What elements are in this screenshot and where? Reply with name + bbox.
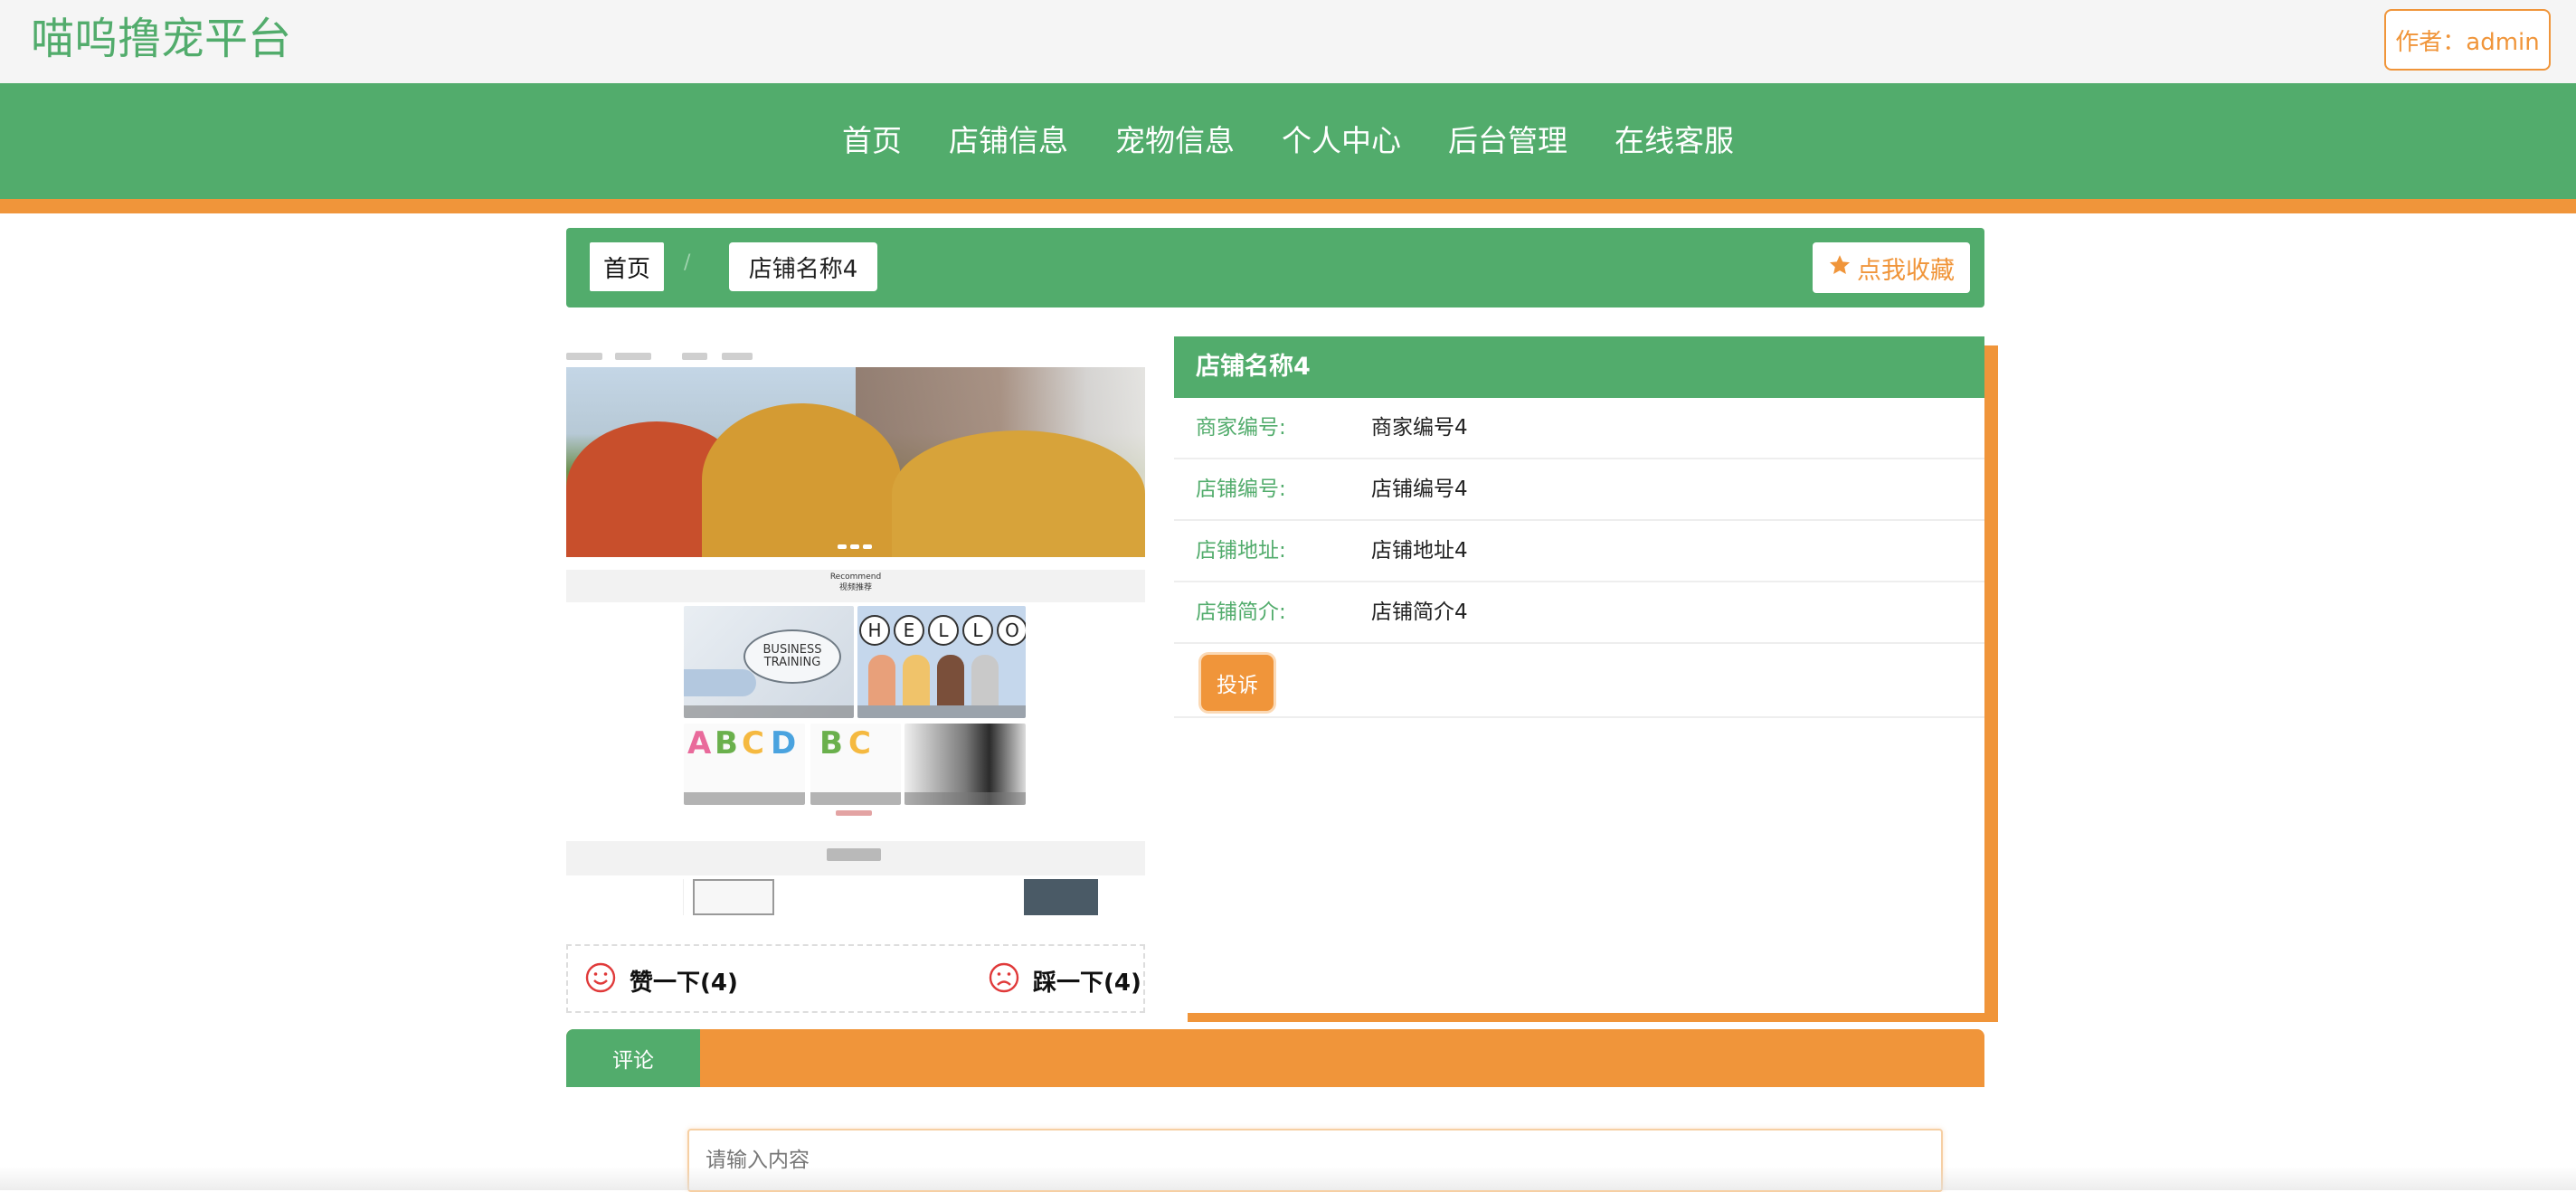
- breadcrumb-home[interactable]: 首页: [590, 242, 664, 291]
- like-button[interactable]: 赞一下(4): [584, 962, 738, 998]
- main-nav: 首页 店铺信息 宠物信息 个人中心 后台管理 在线客服: [0, 83, 2576, 199]
- nav-item-support[interactable]: 在线客服: [1591, 83, 1757, 199]
- top-bar: 喵呜撸宠平台 作者：admin: [0, 0, 2576, 83]
- dislike-button[interactable]: 踩一下(4): [988, 962, 1141, 998]
- nav-item-shops[interactable]: 店铺信息: [925, 83, 1092, 199]
- info-label: 店铺简介:: [1196, 601, 1286, 624]
- star-icon: [1828, 253, 1852, 283]
- complain-row: 投诉: [1174, 644, 1984, 718]
- vote-box: 赞一下(4) 踩一下(4): [566, 944, 1145, 1013]
- info-row-address: 店铺地址: 店铺地址4: [1174, 521, 1984, 582]
- author-button[interactable]: 作者：admin: [2384, 9, 2551, 71]
- info-row-shop-id: 店铺编号: 店铺编号4: [1174, 459, 1984, 521]
- info-value: 商家编号4: [1371, 416, 1468, 440]
- smile-icon: [584, 961, 617, 1000]
- nav-item-profile[interactable]: 个人中心: [1258, 83, 1425, 199]
- preview-nav-placeholder: [566, 349, 1145, 362]
- info-label: 商家编号:: [1196, 416, 1286, 440]
- like-label: 赞一下(4): [630, 969, 738, 997]
- info-value: 店铺编号4: [1371, 478, 1468, 501]
- nav-item-home[interactable]: 首页: [819, 83, 925, 199]
- breadcrumb-current: 店铺名称4: [729, 242, 877, 291]
- preview-strip-2: [693, 879, 774, 915]
- comment-tabbar: 评论: [566, 1029, 1984, 1087]
- preview-tile-training: BUSINESS TRAINING: [684, 606, 854, 718]
- dislike-label: 踩一下(4): [1033, 969, 1141, 997]
- preview-tile-hello: H E L L O: [857, 606, 1026, 718]
- preview-recommend-title: Recommend 视频推荐: [829, 572, 882, 592]
- info-value: 店铺地址4: [1371, 539, 1468, 563]
- nav-accent-strip: [0, 199, 2576, 213]
- preview-tile-abc-1: A B C D: [684, 724, 805, 805]
- info-row-intro: 店铺简介: 店铺简介4: [1174, 582, 1984, 644]
- shop-info-title: 店铺名称4: [1174, 336, 1984, 398]
- preview-strip-3: [783, 879, 1055, 915]
- info-value: 店铺简介4: [1371, 601, 1468, 624]
- info-label: 店铺地址:: [1196, 539, 1286, 563]
- breadcrumb: 首页 / 店铺名称4 点我收藏: [566, 228, 1984, 307]
- site-title[interactable]: 喵呜撸宠平台: [31, 9, 291, 69]
- shop-preview-image: Recommend 视频推荐 BUSINESS TRAINING H E L L…: [566, 344, 1145, 915]
- shop-info-card: 店铺名称4 商家编号: 商家编号4 店铺编号: 店铺编号4 店铺地址: 店铺地址…: [1174, 336, 1984, 1013]
- favorite-button[interactable]: 点我收藏: [1813, 242, 1970, 293]
- breadcrumb-separator: /: [684, 251, 691, 274]
- preview-hot-title: [827, 848, 881, 861]
- nav-list: 首页 店铺信息 宠物信息 个人中心 后台管理 在线客服: [0, 83, 2576, 199]
- preview-tile-suit: [904, 724, 1026, 805]
- preview-strip-1: [566, 879, 684, 915]
- nav-item-admin[interactable]: 后台管理: [1425, 83, 1591, 199]
- info-row-merchant-id: 商家编号: 商家编号4: [1174, 398, 1984, 459]
- complain-button[interactable]: 投诉: [1201, 655, 1274, 711]
- preview-strip-4: [1024, 879, 1098, 915]
- preview-hero-photo: [566, 367, 1145, 557]
- favorite-label: 点我收藏: [1857, 256, 1955, 285]
- frown-icon: [988, 961, 1020, 1000]
- preview-more-link: [836, 810, 872, 816]
- tab-comment[interactable]: 评论: [566, 1029, 700, 1087]
- preview-tile-abc-2: B C: [810, 724, 901, 805]
- comment-input[interactable]: [687, 1129, 1943, 1192]
- nav-item-pets[interactable]: 宠物信息: [1092, 83, 1258, 199]
- info-label: 店铺编号:: [1196, 478, 1286, 501]
